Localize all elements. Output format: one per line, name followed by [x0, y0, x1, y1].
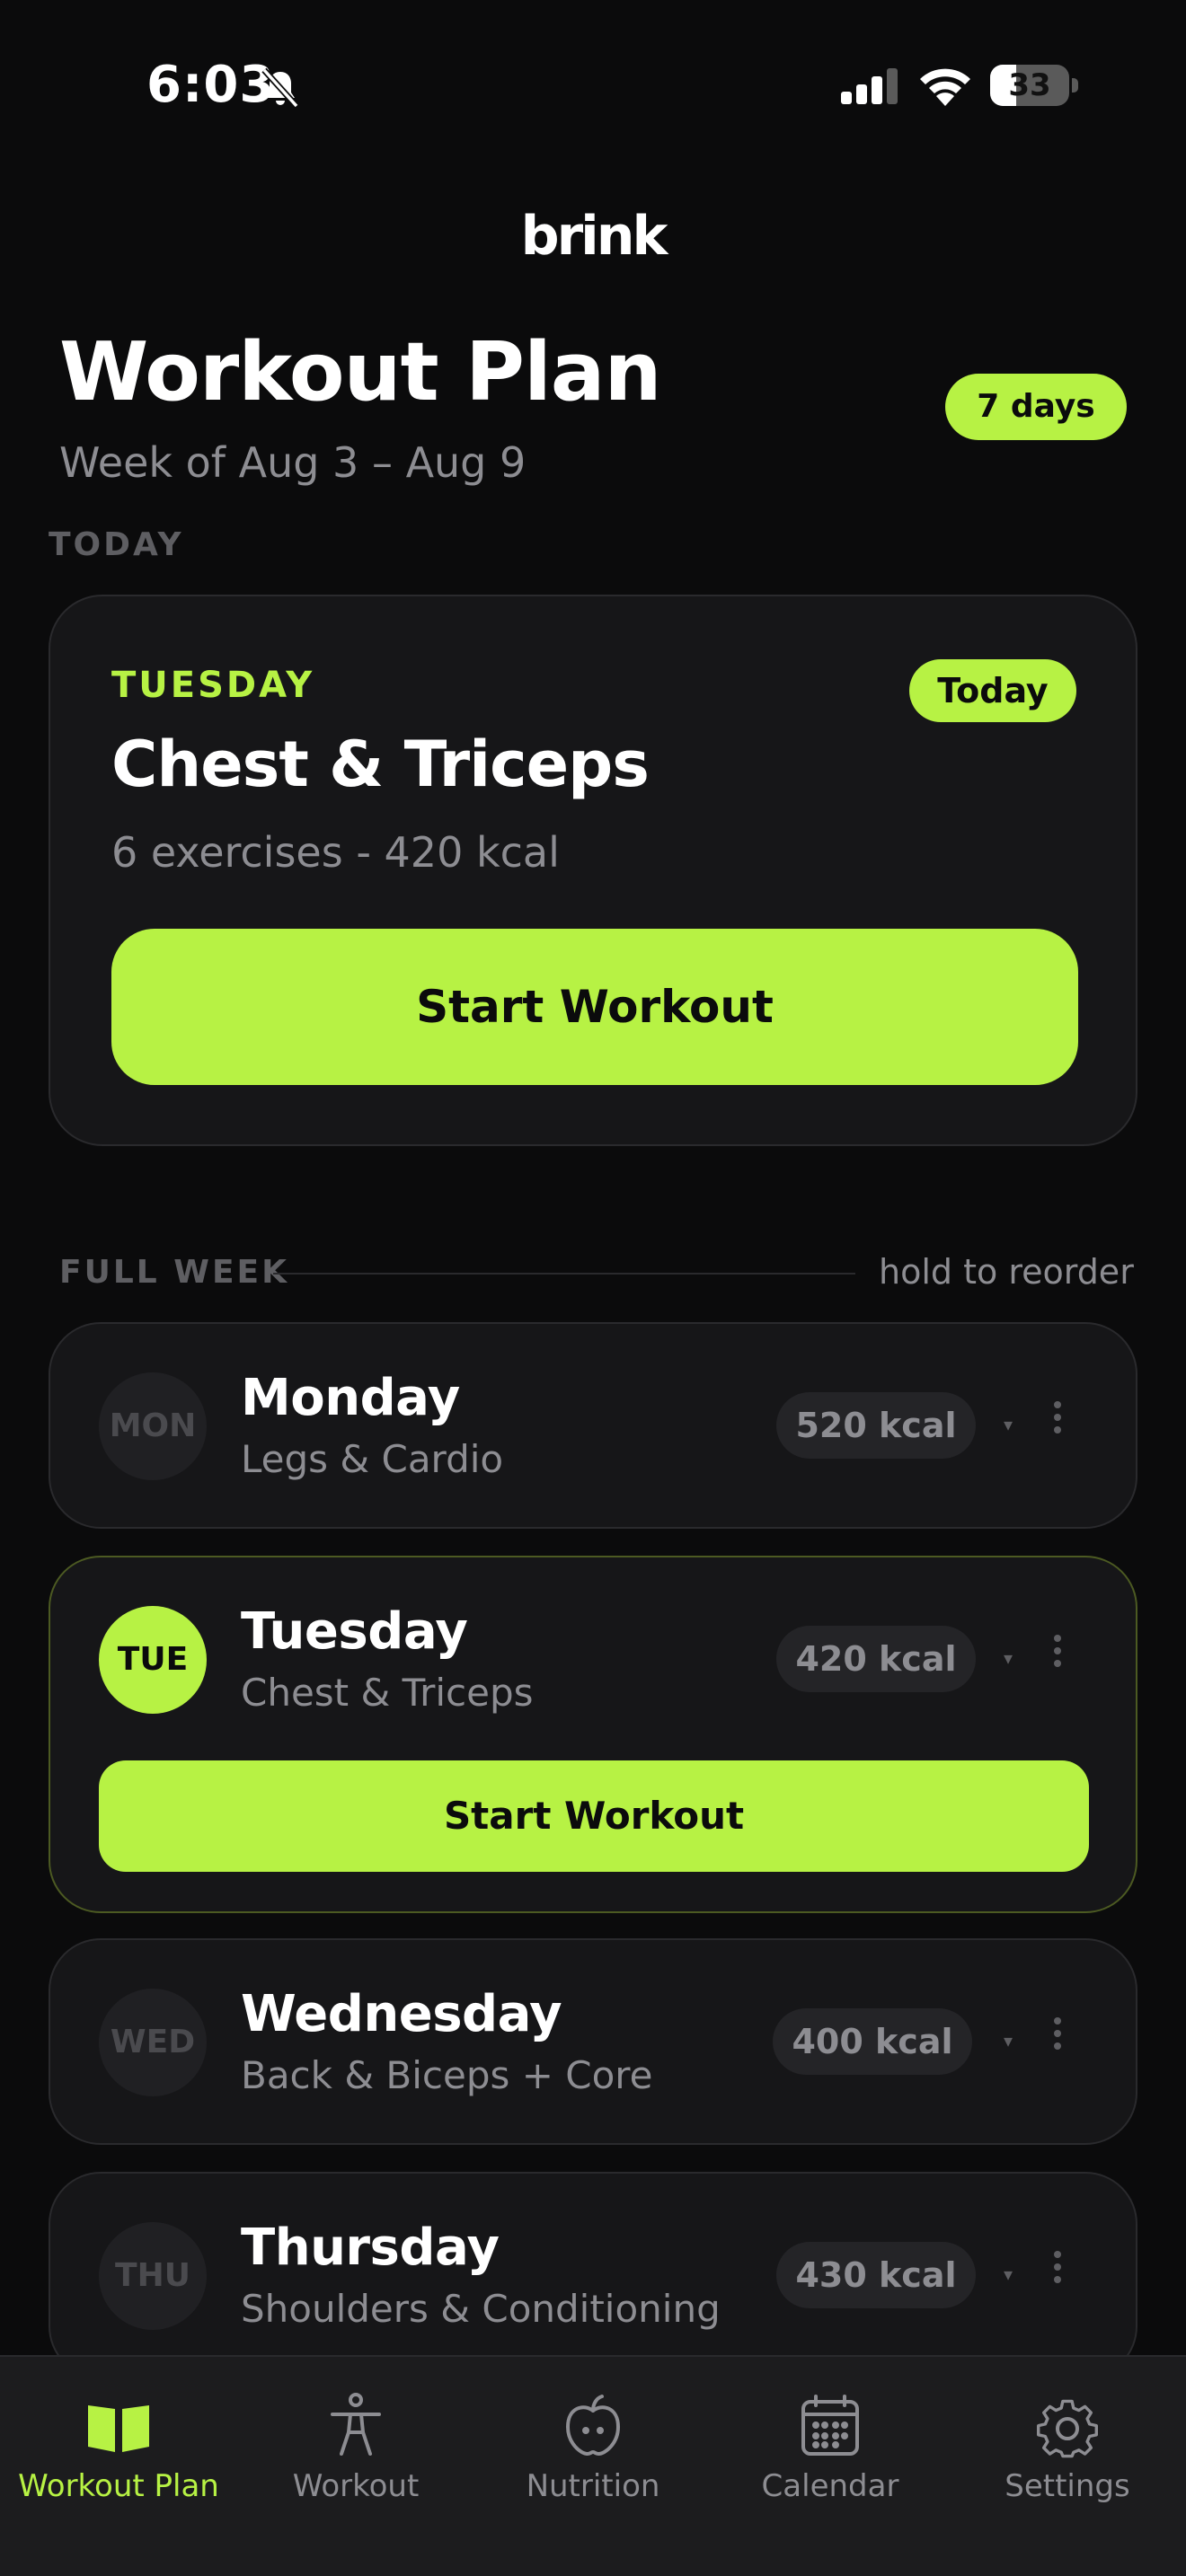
day-abbr-badge: WED [99, 1989, 207, 2096]
kcal-pill: 430 kcal [776, 2242, 976, 2308]
signal-icon [841, 68, 898, 104]
start-workout-button[interactable]: Start Workout [111, 929, 1078, 1085]
gear-icon [1037, 2399, 1099, 2458]
today-day: TUESDAY [111, 665, 315, 706]
day-focus: Back & Biceps + Core [241, 2053, 653, 2097]
today-workout-title: Chest & Triceps [111, 728, 650, 801]
day-abbr-badge: MON [99, 1372, 207, 1480]
start-workout-button-tuesday[interactable]: Start Workout [99, 1760, 1089, 1872]
days-pill[interactable]: 7 days [945, 374, 1127, 440]
kcal-pill: 520 kcal [776, 1392, 976, 1459]
page-title: Workout Plan [59, 325, 662, 419]
kcal-pill: 400 kcal [773, 2008, 972, 2075]
day-focus: Legs & Cardio [241, 1437, 504, 1481]
app-logo: brink [520, 205, 668, 268]
reorder-hint: hold to reorder [879, 1252, 1134, 1292]
day-card-wednesday[interactable]: WED Wednesday Back & Biceps + Core 400 k… [49, 1938, 1137, 2145]
caret-down-icon[interactable]: ▾ [997, 1647, 1019, 1669]
more-vertical-icon[interactable] [1044, 2245, 1071, 2299]
battery-icon: 33 [990, 65, 1078, 106]
nav-label: Nutrition [526, 2468, 660, 2504]
book-open-icon [88, 2405, 149, 2452]
day-name: Wednesday [241, 1985, 562, 2043]
day-name: Monday [241, 1369, 460, 1427]
status-time: 6:03 [146, 56, 276, 114]
battery-level: 33 [1008, 67, 1051, 103]
day-card-tuesday[interactable]: TUE Tuesday Chest & Triceps 420 kcal ▾ S… [49, 1556, 1137, 1913]
person-icon [331, 2393, 381, 2456]
nav-item-settings[interactable]: Settings [949, 2357, 1186, 2576]
day-abbr-badge: TUE [99, 1606, 207, 1714]
bottom-nav: Workout Plan Workout Nutrition Calendar … [0, 2355, 1186, 2576]
nav-label: Workout [292, 2468, 420, 2504]
calendar-icon [801, 2395, 859, 2456]
nav-item-workout[interactable]: Workout [237, 2357, 474, 2576]
wifi-icon [920, 68, 970, 106]
today-workout-summary: 6 exercises - 420 kcal [111, 828, 560, 877]
more-vertical-icon[interactable] [1044, 1396, 1071, 1450]
status-bar: 6:03 33 [0, 0, 1186, 171]
day-card-thursday[interactable]: THU Thursday Shoulders & Conditioning 43… [49, 2172, 1137, 2378]
nav-label: Settings [1005, 2468, 1130, 2504]
day-card-monday[interactable]: MON Monday Legs & Cardio 520 kcal ▾ [49, 1322, 1137, 1529]
caret-down-icon[interactable]: ▾ [997, 2030, 1019, 2051]
nav-item-nutrition[interactable]: Nutrition [474, 2357, 712, 2576]
today-badge: Today [909, 659, 1076, 722]
week-range: Week of Aug 3 – Aug 9 [59, 438, 527, 487]
nav-item-calendar[interactable]: Calendar [712, 2357, 949, 2576]
nav-label: Workout Plan [18, 2468, 219, 2504]
nav-item-workout-plan[interactable]: Workout Plan [0, 2357, 237, 2576]
day-focus: Chest & Triceps [241, 1671, 534, 1715]
more-vertical-icon[interactable] [1044, 1629, 1071, 1683]
kcal-pill: 420 kcal [776, 1626, 976, 1692]
today-section-label: TODAY [49, 526, 184, 563]
day-abbr-badge: THU [99, 2222, 207, 2330]
caret-down-icon[interactable]: ▾ [997, 2263, 1019, 2285]
caret-down-icon[interactable]: ▾ [997, 1414, 1019, 1435]
day-focus: Shoulders & Conditioning [241, 2287, 721, 2331]
day-name: Thursday [241, 2219, 500, 2277]
day-name: Tuesday [241, 1602, 468, 1661]
apple-icon [566, 2395, 620, 2456]
full-week-label: FULL WEEK [59, 1254, 290, 1291]
bell-off-icon [261, 67, 299, 109]
today-card[interactable]: TUESDAY Today Chest & Triceps 6 exercise… [49, 595, 1137, 1146]
nav-label: Calendar [761, 2468, 899, 2504]
more-vertical-icon[interactable] [1044, 2012, 1071, 2066]
divider [273, 1273, 855, 1275]
